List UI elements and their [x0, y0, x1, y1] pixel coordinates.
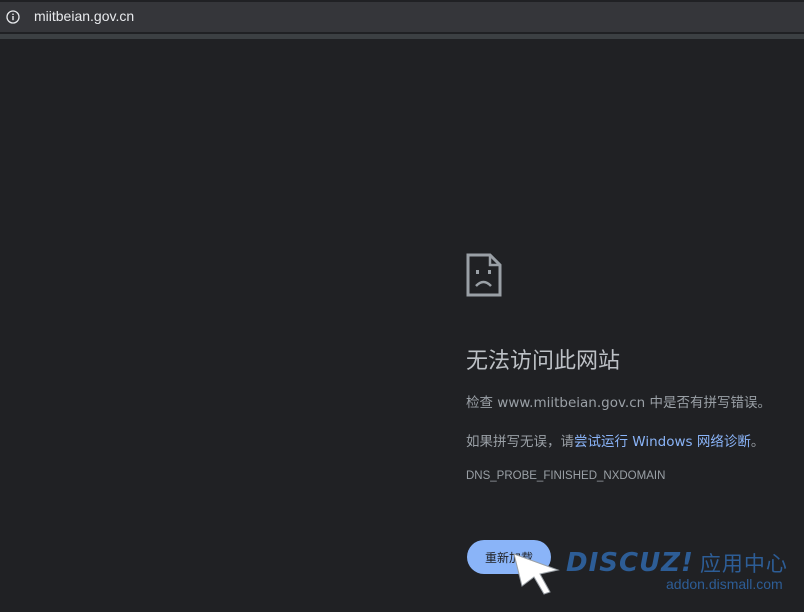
- toolbar-divider: [0, 34, 804, 39]
- address-bar[interactable]: miitbeian.gov.cn: [0, 2, 804, 32]
- watermark-site: addon.dismall.com: [666, 576, 783, 592]
- check-spelling-text: 检查 www.miitbeian.gov.cn 中是否有拼写错误。: [466, 395, 771, 411]
- url-text[interactable]: miitbeian.gov.cn: [34, 8, 134, 24]
- suggestion-suffix: 。: [750, 434, 765, 450]
- sad-document-icon: [466, 253, 502, 297]
- network-diagnostics-link[interactable]: 尝试运行 Windows 网络诊断: [574, 434, 751, 450]
- watermark-logo-cn: 应用中心: [699, 552, 788, 576]
- browser-toolbar: miitbeian.gov.cn: [0, 0, 804, 34]
- error-code: DNS_PROBE_FINISHED_NXDOMAIN: [466, 470, 666, 482]
- info-icon[interactable]: [6, 10, 20, 24]
- watermark: DISCUZ! 应用中心 addon.dismall.com: [512, 548, 802, 608]
- watermark-logo: DISCUZ! 应用中心: [566, 548, 788, 578]
- cursor-arrow-icon: [513, 553, 560, 595]
- error-title: 无法访问此网站: [466, 349, 621, 374]
- suggestion-prefix: 如果拼写无误，请: [466, 434, 574, 450]
- suggestion-text: 如果拼写无误，请尝试运行 Windows 网络诊断。: [466, 430, 764, 450]
- watermark-logo-text: DISCUZ!: [566, 548, 694, 578]
